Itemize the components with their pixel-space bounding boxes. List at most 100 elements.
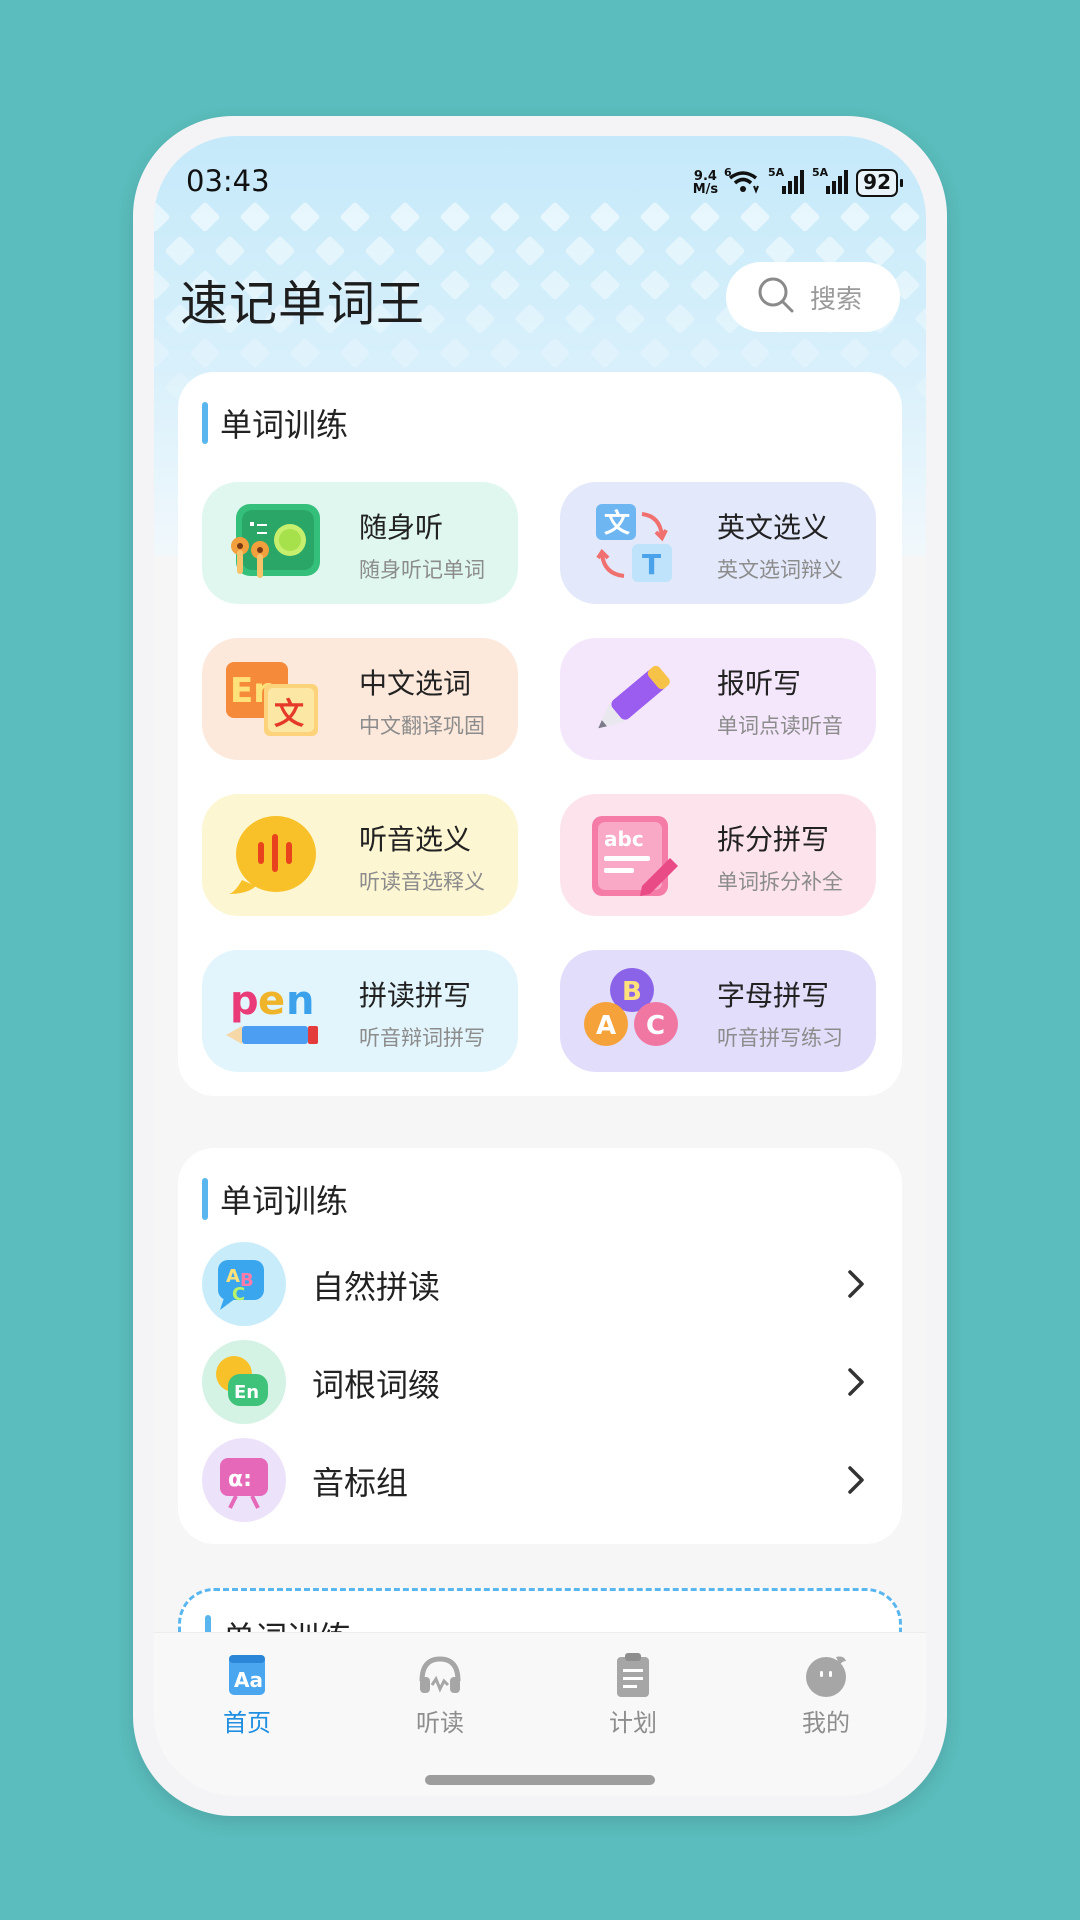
header-pattern-diamond: [914, 303, 926, 335]
svg-text:n: n: [286, 978, 314, 1024]
en-chat-icon: En: [202, 1340, 286, 1424]
tile-title: 字母拼写: [717, 979, 830, 1012]
header-pattern-diamond: [464, 235, 496, 267]
abc-bubbles-icon: B A C: [582, 966, 680, 1056]
header-pattern-diamond: [614, 235, 646, 267]
svg-text:Aa: Aa: [234, 1668, 263, 1692]
headphones-icon: [416, 1651, 464, 1699]
home-aa-icon: Aa: [223, 1651, 271, 1699]
header-pattern-diamond: [339, 201, 371, 233]
svg-text:C: C: [646, 1011, 665, 1041]
header-pattern-diamond: [889, 201, 921, 233]
search-icon: [756, 275, 796, 319]
svg-text:C: C: [232, 1284, 245, 1305]
tile-english-meaning[interactable]: 文 T 英文选义 英文选词辩义: [560, 482, 876, 604]
tile-dictation[interactable]: 报听写 单词点读听音: [560, 638, 876, 760]
header-pattern-diamond: [439, 337, 471, 369]
list-item-roots-affixes[interactable]: En 词根词缀: [202, 1340, 878, 1426]
tile-subtitle: 单词点读听音: [717, 714, 843, 738]
header-pattern-diamond: [154, 201, 171, 233]
header-pattern-diamond: [689, 269, 721, 301]
earbuds-board-icon: [224, 498, 322, 588]
signal-sim2-icon: 5A: [812, 166, 850, 200]
pen-word-icon: p e n: [224, 966, 322, 1056]
section-accent-bar: [202, 1178, 208, 1220]
training-card: 单词训练 随身听 随身听记单词 文 T 英文选义 英文选词辩义 En 文 中文选…: [178, 372, 902, 1096]
tile-letter-spelling[interactable]: B A C 字母拼写 听音拼写练习: [560, 950, 876, 1072]
app-title: 速记单词王: [180, 276, 426, 332]
section-accent-bar: [202, 402, 208, 444]
training-title: 单词训练: [220, 406, 349, 444]
tile-title: 拼读拼写: [359, 979, 472, 1012]
svg-text:p: p: [230, 978, 259, 1024]
tile-title: 随身听: [359, 511, 444, 544]
header-pattern-diamond: [339, 337, 371, 369]
header-pattern-diamond: [489, 269, 521, 301]
header-pattern-diamond: [914, 235, 926, 267]
tile-listen-meaning[interactable]: 听音选义 听读音选释义: [202, 794, 518, 916]
tile-split-spelling[interactable]: abc 拆分拼写 单词拆分补全: [560, 794, 876, 916]
network-speed-unit: M/s: [692, 182, 719, 197]
header-pattern-diamond: [664, 303, 696, 335]
nav-home[interactable]: Aa 首页: [187, 1651, 307, 1738]
nav-plan[interactable]: 计划: [573, 1651, 693, 1738]
header-pattern-diamond: [214, 235, 246, 267]
svg-text:T: T: [642, 548, 661, 581]
tile-subtitle: 中文翻译巩固: [359, 714, 485, 738]
header-pattern-diamond: [439, 269, 471, 301]
header-pattern-diamond: [289, 337, 321, 369]
header-pattern-diamond: [389, 337, 421, 369]
wifi-icon: 6: [724, 166, 762, 200]
header-pattern-diamond: [289, 201, 321, 233]
header-pattern-diamond: [714, 235, 746, 267]
header-pattern-diamond: [364, 235, 396, 267]
status-time: 03:43: [186, 164, 270, 198]
list-item-label: 词根词缀: [312, 1366, 441, 1404]
svg-text:A: A: [596, 1011, 616, 1041]
tile-random-listen[interactable]: 随身听 随身听记单词: [202, 482, 518, 604]
header-pattern-diamond: [389, 201, 421, 233]
training-list-card: 单词训练 A B C 自然拼读 En 词根词缀 α: 音标组: [178, 1148, 902, 1544]
list-item-phonetic-group[interactable]: α: 音标组: [202, 1438, 878, 1524]
home-indicator[interactable]: [425, 1775, 655, 1785]
nav-label: 我的: [802, 1709, 850, 1737]
chevron-right-icon: [838, 1266, 874, 1302]
svg-text:5A: 5A: [812, 166, 829, 179]
header-pattern-diamond: [689, 337, 721, 369]
nav-label: 计划: [609, 1709, 657, 1737]
tile-subtitle: 单词拆分补全: [717, 870, 843, 894]
svg-text:5A: 5A: [768, 166, 785, 179]
chevron-right-icon: [838, 1364, 874, 1400]
tile-title: 报听写: [717, 667, 802, 700]
header-pattern-diamond: [489, 201, 521, 233]
header-pattern-diamond: [639, 269, 671, 301]
voice-bubble-icon: [224, 810, 322, 900]
header-pattern-diamond: [689, 201, 721, 233]
training-list-title: 单词训练: [202, 1176, 348, 1222]
tile-phonics-spelling[interactable]: p e n 拼读拼写 听音辩词拼写: [202, 950, 518, 1072]
header-pattern-diamond: [414, 235, 446, 267]
header-pattern-diamond: [789, 201, 821, 233]
abc-card-icon: abc: [582, 810, 680, 900]
phonetic-icon: α:: [202, 1438, 286, 1522]
svg-text:α:: α:: [228, 1467, 252, 1492]
search-label: 搜索: [810, 284, 863, 315]
training-list-title-text: 单词训练: [220, 1182, 349, 1220]
list-item-phonics[interactable]: A B C 自然拼读: [202, 1242, 878, 1328]
tile-title: 听音选义: [359, 823, 472, 856]
header-pattern-diamond: [639, 337, 671, 369]
search-button[interactable]: 搜索: [726, 262, 900, 332]
header-pattern-diamond: [739, 201, 771, 233]
nav-profile[interactable]: 我的: [766, 1651, 886, 1738]
nav-label: 首页: [223, 1709, 271, 1737]
header-pattern-diamond: [189, 201, 221, 233]
header-pattern-diamond: [614, 303, 646, 335]
nav-label: 听读: [416, 1709, 464, 1737]
header-pattern-diamond: [739, 337, 771, 369]
nav-listen[interactable]: 听读: [380, 1651, 500, 1738]
tile-chinese-word[interactable]: En 文 中文选词 中文翻译巩固: [202, 638, 518, 760]
header-pattern-diamond: [914, 371, 926, 403]
header-pattern-diamond: [539, 337, 571, 369]
tile-title: 中文选词: [359, 667, 472, 700]
header-pattern-diamond: [564, 303, 596, 335]
